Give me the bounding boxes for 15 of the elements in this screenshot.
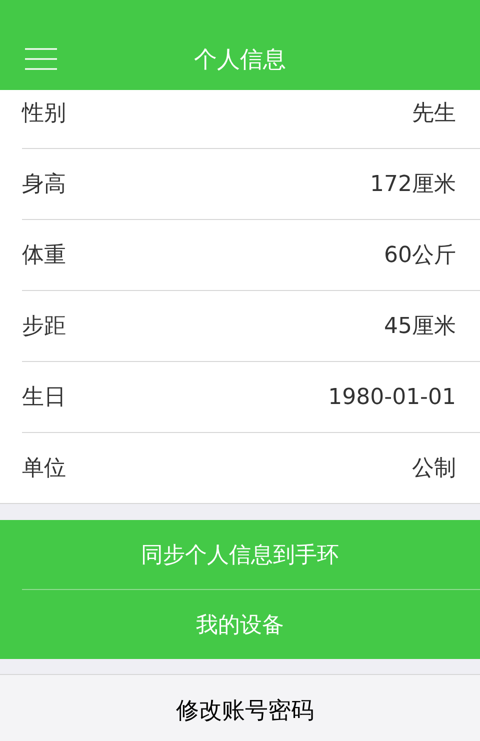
field-label: 生日 <box>22 384 66 412</box>
field-label: 身高 <box>22 171 66 199</box>
menu-icon[interactable] <box>25 48 57 70</box>
field-value[interactable]: 172厘米 <box>370 169 456 199</box>
field-label: 步距 <box>22 313 66 341</box>
account-row[interactable]: 修改账号密码 <box>0 674 480 741</box>
field-value[interactable]: 公制 <box>412 453 456 483</box>
field-value[interactable]: 先生 <box>412 98 456 128</box>
field-value[interactable]: 45厘米 <box>384 311 456 341</box>
field-value[interactable]: 60公斤 <box>384 240 456 270</box>
field-label: 体重 <box>22 242 66 270</box>
header-title: 个人信息 <box>194 46 286 74</box>
field-label: 性别 <box>22 100 66 128</box>
field-label: 单位 <box>22 455 66 483</box>
field-value[interactable]: 1980-01-01 <box>328 384 456 410</box>
